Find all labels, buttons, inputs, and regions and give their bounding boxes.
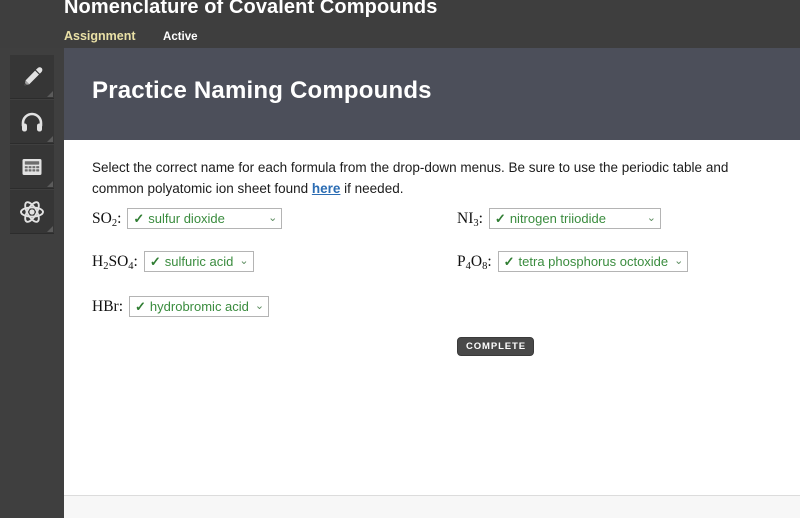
formula-label-h2so4: H2SO4: bbox=[92, 252, 138, 272]
formula-label-p4o8: P4O8: bbox=[457, 252, 492, 272]
sidebar-item-highlighter[interactable] bbox=[10, 55, 54, 99]
dropdown-h2so4[interactable]: ✓ sulfuric acid ⌄ bbox=[143, 251, 254, 272]
question-ni3: NI3: ✓ nitrogen triiodide ⌄ bbox=[457, 208, 661, 229]
check-icon: ✓ bbox=[149, 253, 161, 269]
check-icon: ✓ bbox=[133, 210, 145, 226]
tool-rail bbox=[0, 48, 64, 518]
header-meta: Assignment Active bbox=[64, 29, 198, 43]
content-panel: Select the correct name for each formula… bbox=[64, 140, 800, 495]
sidebar-item-calculator[interactable] bbox=[10, 145, 54, 189]
dropdown-so2[interactable]: ✓ sulfur dioxide ⌄ bbox=[127, 208, 283, 229]
top-header-bar: Nomenclature of Covalent Compounds Assig… bbox=[0, 0, 800, 48]
formula-label-so2: SO2: bbox=[92, 209, 122, 229]
question-so2: SO2: ✓ sulfur dioxide ⌄ bbox=[92, 208, 283, 229]
page-title: Nomenclature of Covalent Compounds bbox=[64, 0, 438, 18]
dropdown-hbr[interactable]: ✓ hydrobromic acid ⌄ bbox=[129, 296, 270, 317]
check-icon: ✓ bbox=[135, 298, 146, 314]
section-banner: Practice Naming Compounds bbox=[64, 48, 800, 140]
instructions-text: Select the correct name for each formula… bbox=[92, 157, 782, 199]
dropdown-ni3[interactable]: ✓ nitrogen triiodide ⌄ bbox=[488, 208, 661, 229]
complete-button[interactable]: COMPLETE bbox=[457, 337, 534, 356]
chevron-down-icon: ⌄ bbox=[646, 212, 656, 224]
dropdown-value-so2: sulfur dioxide bbox=[148, 211, 225, 226]
chevron-down-icon: ⌄ bbox=[268, 212, 278, 224]
section-title: Practice Naming Compounds bbox=[92, 77, 432, 104]
chevron-down-icon: ⌄ bbox=[254, 300, 265, 312]
dropdown-value-p4o8: tetra phosphorus octoxide bbox=[518, 254, 669, 269]
question-hbr: HBr: ✓ hydrobromic acid ⌄ bbox=[92, 296, 270, 317]
dropdown-value-ni3: nitrogen triiodide bbox=[509, 211, 606, 226]
status-badge: Active bbox=[163, 31, 198, 43]
page-footer bbox=[64, 495, 800, 518]
periodic-table-link[interactable]: here bbox=[312, 181, 341, 196]
check-icon: ✓ bbox=[494, 210, 506, 226]
instructions-part-2: if needed. bbox=[340, 181, 404, 196]
formula-label-ni3: NI3: bbox=[457, 209, 483, 229]
dropdown-value-hbr: hydrobromic acid bbox=[149, 299, 249, 314]
dropdown-p4o8[interactable]: ✓ tetra phosphorus octoxide ⌄ bbox=[497, 251, 689, 272]
chevron-down-icon: ⌄ bbox=[239, 255, 249, 267]
check-icon: ✓ bbox=[503, 253, 515, 269]
dropdown-value-h2so4: sulfuric acid bbox=[164, 254, 234, 269]
sidebar-item-periodic-table[interactable] bbox=[10, 190, 54, 234]
formula-label-hbr: HBr: bbox=[92, 297, 124, 315]
assignment-page: Nomenclature of Covalent Compounds Assig… bbox=[0, 0, 800, 518]
sidebar-item-audio[interactable] bbox=[10, 100, 54, 144]
question-p4o8: P4O8: ✓ tetra phosphorus octoxide ⌄ bbox=[457, 251, 689, 272]
instructions-part-1: Select the correct name for each formula… bbox=[92, 160, 729, 196]
chevron-down-icon: ⌄ bbox=[674, 255, 684, 267]
assignment-label: Assignment bbox=[64, 29, 136, 43]
question-h2so4: H2SO4: ✓ sulfuric acid ⌄ bbox=[92, 251, 254, 272]
